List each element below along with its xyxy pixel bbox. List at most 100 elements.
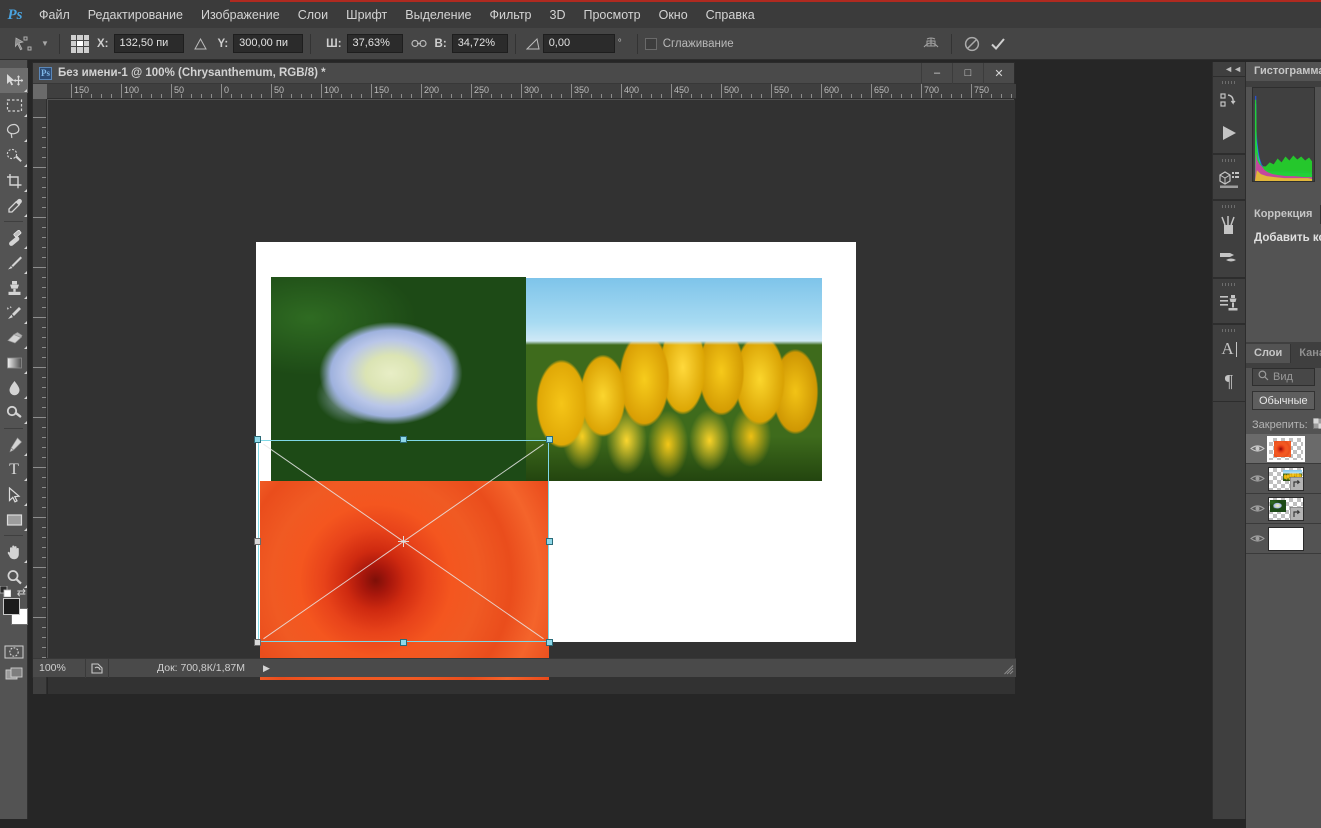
layers-search-field[interactable]: Вид xyxy=(1252,368,1315,386)
cancel-transform-icon[interactable] xyxy=(959,32,985,56)
tab-channels[interactable]: Кана xyxy=(1291,344,1321,363)
clone-stamp-tool[interactable] xyxy=(0,275,28,300)
menu-item-help[interactable]: Справка xyxy=(697,2,764,28)
dodge-tool[interactable] xyxy=(0,400,28,425)
horizontal-ruler[interactable]: 150 100 50 0 50 100 150 200 250 300 350 400 450 500 55… xyxy=(33,84,1016,99)
menu-item-window[interactable]: Окно xyxy=(650,2,697,28)
free-transform-icon[interactable] xyxy=(8,32,38,56)
hand-tool[interactable] xyxy=(0,539,28,564)
doc-preview-icon[interactable] xyxy=(85,658,109,678)
menu-item-select[interactable]: Выделение xyxy=(396,2,480,28)
layer-thumbnail[interactable] xyxy=(1267,435,1305,462)
transform-handle-ml[interactable] xyxy=(254,538,261,545)
layer-thumbnail[interactable] xyxy=(1268,466,1304,491)
resize-grip[interactable] xyxy=(1004,665,1014,675)
antialias-checkbox[interactable] xyxy=(644,37,657,50)
actions-panel-icon[interactable] xyxy=(1213,117,1245,149)
transform-center-point[interactable] xyxy=(398,536,409,547)
history-brush-tool[interactable] xyxy=(0,300,28,325)
gradient-tool[interactable] xyxy=(0,350,28,375)
y-input[interactable]: 300,00 пи xyxy=(233,34,304,53)
layer-visibility-eye-icon[interactable] xyxy=(1246,473,1268,484)
clone-source-panel-icon[interactable] xyxy=(1213,287,1245,319)
layer-background[interactable] xyxy=(1246,524,1321,554)
tab-histogram[interactable]: Гистограмма xyxy=(1246,62,1321,81)
layer-visibility-eye-icon[interactable] xyxy=(1246,503,1268,514)
tool-preset-chevron-down-icon[interactable]: ▼ xyxy=(38,32,52,56)
status-expand-arrow[interactable]: ▶ xyxy=(263,663,270,674)
close-button[interactable]: ✕ xyxy=(983,62,1014,84)
transform-handle-tl[interactable] xyxy=(254,436,261,443)
character-panel-icon[interactable]: A xyxy=(1213,333,1245,365)
warp-mode-icon[interactable] xyxy=(918,32,944,56)
crop-tool[interactable] xyxy=(0,168,28,193)
tools-panel-grip[interactable] xyxy=(0,60,27,68)
menu-item-3d[interactable]: 3D xyxy=(541,2,575,28)
layer-visibility-eye-icon[interactable] xyxy=(1246,443,1268,454)
3d-panel-icon[interactable] xyxy=(1213,163,1245,195)
eyedropper-tool[interactable] xyxy=(0,193,28,218)
width-input[interactable]: 37,63% xyxy=(346,34,403,53)
commit-transform-icon[interactable] xyxy=(985,32,1011,56)
history-panel-icon[interactable] xyxy=(1213,85,1245,117)
collapse-panels-icon[interactable]: ◄◄ xyxy=(1213,62,1245,76)
layer-thumbnail[interactable] xyxy=(1268,526,1304,551)
rectangular-marquee-tool[interactable] xyxy=(0,93,28,118)
quick-mask-icon[interactable] xyxy=(0,641,28,663)
transform-bounding-box[interactable] xyxy=(254,436,553,646)
rectangle-shape-tool[interactable] xyxy=(0,507,28,532)
tab-layers[interactable]: Слои xyxy=(1246,344,1292,363)
menu-item-image[interactable]: Изображение xyxy=(192,2,289,28)
menu-item-type[interactable]: Шрифт xyxy=(337,2,396,28)
tab-adjustments[interactable]: Коррекция xyxy=(1246,205,1321,224)
menu-item-view[interactable]: Просмотр xyxy=(575,2,650,28)
eraser-tool[interactable] xyxy=(0,325,28,350)
zoom-level[interactable]: 100% xyxy=(33,662,85,674)
ruler-origin-corner[interactable] xyxy=(33,84,47,99)
vertical-ruler[interactable]: 50050100150200250300350400450 xyxy=(33,99,47,694)
transform-handle-mr[interactable] xyxy=(546,538,553,545)
layer-chrysanthemum[interactable] xyxy=(1246,434,1321,464)
menu-item-filter[interactable]: Фильтр xyxy=(481,2,541,28)
spot-healing-brush-tool[interactable] xyxy=(0,225,28,250)
transform-handle-bl[interactable] xyxy=(254,639,261,646)
menu-item-layers[interactable]: Слои xyxy=(289,2,337,28)
reference-point-grid[interactable] xyxy=(71,34,89,53)
paragraph-panel-icon[interactable]: ¶ xyxy=(1213,365,1245,397)
layer-tulips[interactable] xyxy=(1246,464,1321,494)
screen-mode-icon[interactable] xyxy=(0,663,28,687)
delta-triangle-icon[interactable] xyxy=(193,37,207,50)
menu-item-edit[interactable]: Редактирование xyxy=(79,2,192,28)
layer-hydrangea[interactable] xyxy=(1246,494,1321,524)
brush-presets-panel-icon[interactable] xyxy=(1213,241,1245,273)
layer-thumbnail[interactable] xyxy=(1268,496,1304,521)
maximize-button[interactable]: □ xyxy=(952,62,983,84)
layer-visibility-eye-icon[interactable] xyxy=(1246,533,1268,544)
transform-handle-tc[interactable] xyxy=(400,436,407,443)
transform-handle-br[interactable] xyxy=(546,639,553,646)
menu-item-file[interactable]: Файл xyxy=(30,2,79,28)
pen-tool[interactable] xyxy=(0,432,28,457)
document-title-bar[interactable]: Ps Без имени-1 @ 100% (Chrysanthemum, RG… xyxy=(33,62,1014,84)
quick-selection-tool[interactable] xyxy=(0,143,28,168)
brush-tool[interactable] xyxy=(0,250,28,275)
link-chain-icon[interactable] xyxy=(410,38,427,49)
path-selection-tool[interactable] xyxy=(0,482,28,507)
x-input[interactable]: 132,50 пи xyxy=(113,34,184,53)
lasso-tool[interactable] xyxy=(0,118,28,143)
height-input[interactable]: 34,72% xyxy=(451,34,508,53)
transform-handle-bc[interactable] xyxy=(400,639,407,646)
brush-panel-icon[interactable] xyxy=(1213,209,1245,241)
layers-blend-mode-select[interactable]: Обычные xyxy=(1252,391,1315,410)
transform-handle-tr[interactable] xyxy=(546,436,553,443)
foreground-color-swatch[interactable] xyxy=(3,598,20,615)
lock-transparent-pixels-icon[interactable] xyxy=(1312,418,1321,432)
angle-input[interactable]: 0,00 xyxy=(542,34,615,53)
minimize-button[interactable]: – xyxy=(921,62,952,84)
blur-tool[interactable] xyxy=(0,375,28,400)
canvas-area[interactable] xyxy=(48,100,1015,694)
move-tool[interactable] xyxy=(0,68,28,93)
angle-triangle-icon[interactable] xyxy=(525,37,540,50)
type-tool[interactable]: T xyxy=(0,457,28,482)
tulips-layer-image[interactable] xyxy=(526,278,822,481)
